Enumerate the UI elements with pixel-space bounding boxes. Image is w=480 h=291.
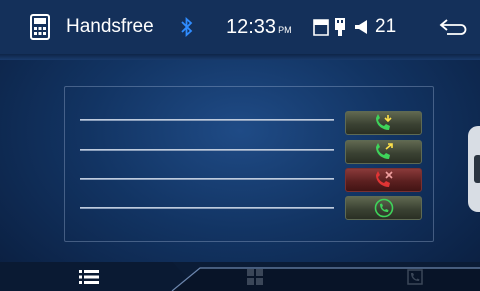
usb-icon — [331, 0, 349, 54]
end-call-icon — [375, 171, 393, 187]
list-icon — [79, 270, 99, 284]
tab-contacts[interactable] — [404, 266, 426, 288]
bluetooth-icon — [177, 0, 197, 54]
tab-keypad[interactable] — [244, 266, 266, 288]
call-entry-line — [80, 149, 334, 151]
clock-time: 12:33 — [226, 15, 277, 38]
transfer-call-icon — [375, 143, 393, 159]
clock-ampm: PM — [278, 25, 292, 35]
page-title: Handsfree — [66, 16, 154, 37]
answer-call-button[interactable] — [345, 196, 422, 220]
call-entry-line — [80, 119, 334, 121]
volume-level: 21 — [375, 16, 397, 37]
back-icon[interactable] — [437, 0, 469, 54]
volume-icon — [352, 0, 372, 54]
handle-grip-icon — [474, 155, 480, 183]
call-entry-line — [80, 207, 334, 209]
tab-list[interactable] — [78, 266, 100, 288]
end-call-button[interactable] — [345, 168, 422, 192]
side-panel-handle[interactable] — [468, 126, 480, 212]
status-divider — [0, 54, 480, 60]
keypad-icon — [247, 269, 263, 285]
accept-call-icon — [375, 114, 392, 130]
answer-call-icon — [374, 198, 393, 218]
clock: 12:33 PM — [226, 0, 292, 54]
accept-call-button[interactable] — [345, 111, 422, 135]
call-entry-line — [80, 178, 334, 180]
phone-icon — [26, 0, 54, 54]
sd-card-icon — [312, 0, 330, 54]
contacts-icon — [407, 269, 423, 285]
transfer-call-button[interactable] — [345, 140, 422, 164]
